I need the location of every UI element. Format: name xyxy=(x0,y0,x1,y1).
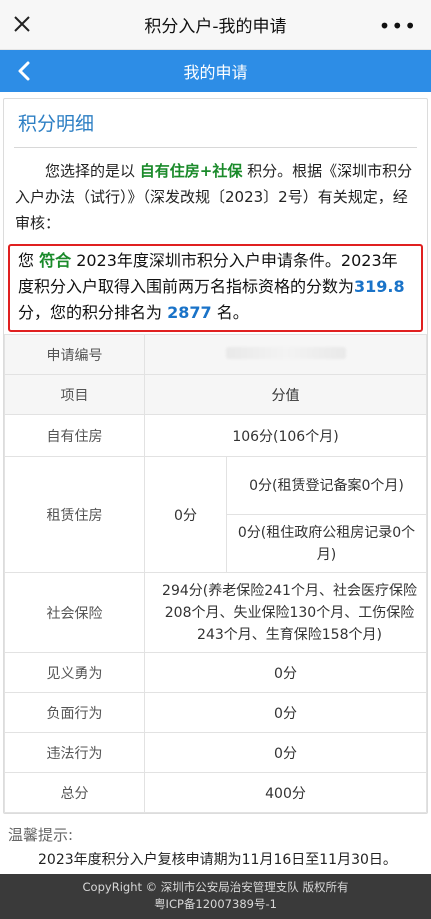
result-box: 您 符合 2023年度深圳市积分入户申请条件。2023年度积分入户取得入围前两万… xyxy=(8,244,423,332)
rental-sub-2: 0分(租住政府公租房记录0个月) xyxy=(226,514,427,573)
page-footer: CopyRight © 深圳市公安局治安管理支队 版权所有 粤ICP备12007… xyxy=(0,874,431,919)
result-text-3: 分，您的积分排名为 xyxy=(18,303,168,322)
table-row: 申请编号 xyxy=(4,334,427,375)
table-row: 社会保险 294分(养老保险241个月、社会医疗保险208个月、失业保险130个… xyxy=(4,572,427,653)
page-title: 我的申请 xyxy=(183,63,248,82)
table-row: 负面行为 0分 xyxy=(4,692,427,733)
negative-label: 负面行为 xyxy=(4,692,145,733)
app-no-label: 申请编号 xyxy=(4,334,145,375)
intro-text-1: 您选择的是以 xyxy=(45,162,140,180)
eligibility-status: 符合 xyxy=(39,251,72,270)
tips-section: 温馨提示: 2023年度积分入户复核申请期为11月16日至11月30日。 xyxy=(0,814,431,869)
table-row: 违法行为 0分 xyxy=(4,732,427,773)
chevron-left-icon[interactable] xyxy=(14,60,36,82)
rental-label: 租赁住房 xyxy=(4,456,145,573)
rental-total: 0分 xyxy=(144,456,227,573)
window-topbar: 积分入户-我的申请 ••• xyxy=(0,0,431,50)
header-item: 项目 xyxy=(4,374,145,415)
negative-value: 0分 xyxy=(144,692,427,733)
table-row: 见义勇为 0分 xyxy=(4,652,427,693)
own-house-value: 106分(106个月) xyxy=(144,414,427,457)
social-value: 294分(养老保险241个月、社会医疗保险208个月、失业保险130个月、工伤保… xyxy=(144,572,427,653)
main-content: 积分明细 您选择的是以 自有住房+社保 积分。根据《深圳市积分入户办法（试行）》… xyxy=(0,92,431,874)
app-no-value xyxy=(144,334,427,375)
header-value: 分值 xyxy=(144,374,427,415)
result-text-1: 您 xyxy=(18,251,40,270)
total-label: 总分 xyxy=(4,772,145,813)
result-text-4: 名。 xyxy=(211,303,249,322)
tips-title: 温馨提示: xyxy=(8,826,74,844)
illegal-value: 0分 xyxy=(144,732,427,773)
illegal-label: 违法行为 xyxy=(4,732,145,773)
own-house-label: 自有住房 xyxy=(4,414,145,457)
brave-value: 0分 xyxy=(144,652,427,693)
copyright-text: CopyRight © 深圳市公安局治安管理支队 版权所有 xyxy=(82,880,349,894)
table-row: 租赁住房 0分 0分(租赁登记备案0个月) xyxy=(4,456,427,573)
rank-value: 2877 xyxy=(167,303,212,322)
page-navbar: 我的申请 xyxy=(0,50,431,92)
close-icon[interactable] xyxy=(10,12,34,36)
points-table: 申请编号 项目 分值 自有住房 106分(106个月) 租赁住房 0分 0分(租… xyxy=(4,334,427,813)
table-row: 总分 400分 xyxy=(4,772,427,813)
table-row: 自有住房 106分(106个月) xyxy=(4,414,427,457)
result-text-2: 2023年度深圳市积分入户申请条件。2023年度积分入户取得入围前两万名指标资格… xyxy=(18,251,398,296)
brave-label: 见义勇为 xyxy=(4,652,145,693)
more-icon[interactable]: ••• xyxy=(379,14,417,38)
window-title: 积分入户-我的申请 xyxy=(144,17,287,37)
tips-line: 2023年度积分入户复核申请期为11月16日至11月30日。 xyxy=(38,852,397,868)
points-card: 积分明细 您选择的是以 自有住房+社保 积分。根据《深圳市积分入户办法（试行）》… xyxy=(3,98,428,814)
rental-sub-1: 0分(租赁登记备案0个月) xyxy=(226,456,427,515)
table-header-row: 项目 分值 xyxy=(4,374,427,415)
cutoff-score: 319.8 xyxy=(354,277,405,296)
redacted-app-no xyxy=(225,346,346,359)
icp-text: 粤ICP备12007389号-1 xyxy=(154,897,277,911)
section-title: 积分明细 xyxy=(18,113,95,135)
selected-option: 自有住房+社保 xyxy=(139,162,243,180)
total-value: 400分 xyxy=(144,772,427,813)
social-label: 社会保险 xyxy=(4,572,145,653)
intro-paragraph: 您选择的是以 自有住房+社保 积分。根据《深圳市积分入户办法（试行）》（深发改规… xyxy=(4,148,427,236)
